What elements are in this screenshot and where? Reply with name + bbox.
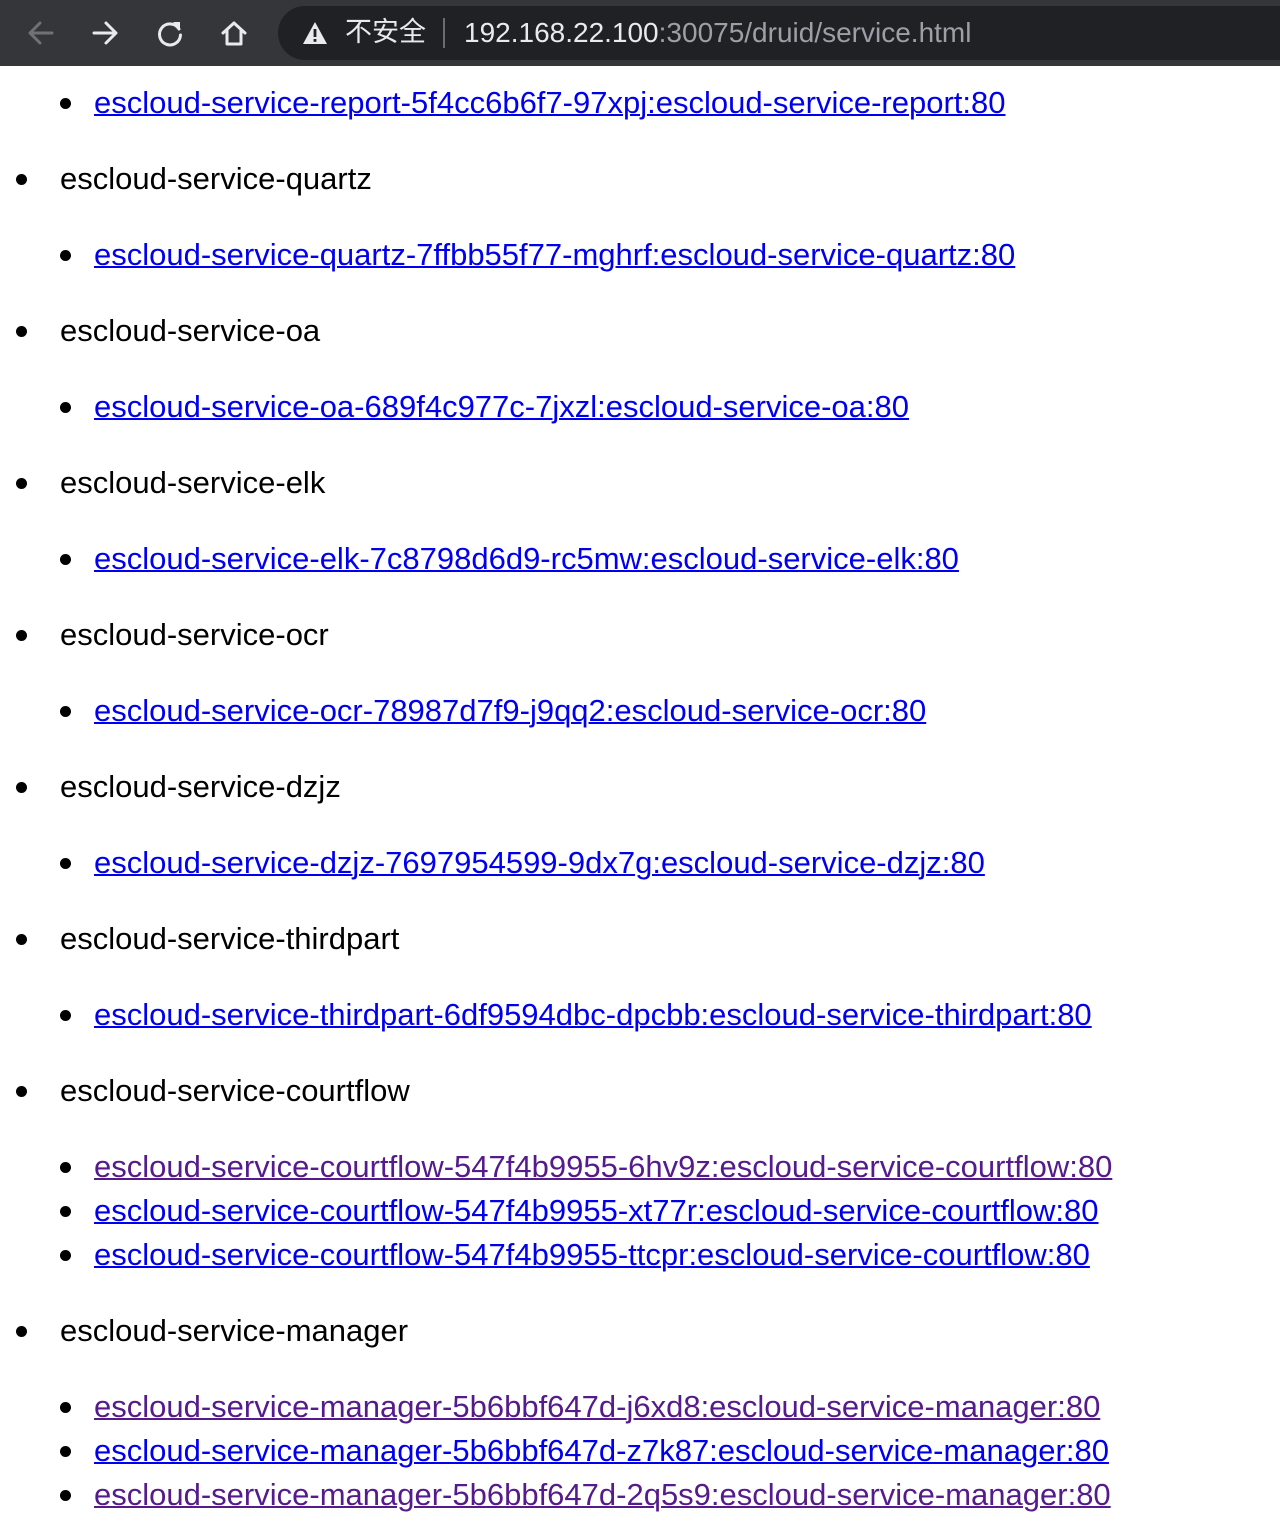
arrow-right-icon [92,21,118,45]
back-button[interactable] [18,10,64,56]
pod-link[interactable]: escloud-service-manager-5b6bbf647d-j6xd8… [94,1389,1100,1425]
pod-link[interactable]: escloud-service-ocr-78987d7f9-j9qq2:escl… [94,693,926,729]
home-icon [221,21,247,46]
url-text[interactable]: 192.168.22.100:30075/druid/service.html [464,16,971,50]
reload-icon [158,22,182,47]
browser-toolbar: 不安全 192.168.22.100:30075/druid/service.h… [0,0,1280,66]
pod-link[interactable]: escloud-service-thirdpart-6df9594dbc-dpc… [94,997,1092,1033]
address-bar[interactable]: 不安全 192.168.22.100:30075/druid/service.h… [278,6,1280,60]
list-bullet [16,478,27,489]
list-bullet [60,1010,71,1021]
pod-link[interactable]: escloud-service-courtflow-547f4b9955-xt7… [94,1193,1099,1229]
list-bullet [16,1086,27,1097]
list-bullet [60,402,71,413]
service-name: escloud-service-ocr [60,617,329,652]
service-name: escloud-service-elk [60,465,326,500]
url-path: :30075/druid/service.html [658,17,972,48]
list-bullet [60,98,71,109]
list-bullet [60,1250,71,1261]
url-host: 192.168.22.100 [464,17,659,48]
warning-icon[interactable] [302,21,328,45]
pod-link[interactable]: escloud-service-oa-689f4c977c-7jxzl:escl… [94,389,909,425]
security-status-label[interactable]: 不安全 [345,17,426,49]
pod-link[interactable]: escloud-service-courtflow-547f4b9955-ttc… [94,1237,1090,1273]
service-name: escloud-service-dzjz [60,769,341,804]
list-bullet [16,782,27,793]
list-bullet [60,554,71,565]
list-bullet [60,706,71,717]
service-name: escloud-service-oa [60,313,321,348]
list-bullet [16,1326,27,1337]
list-bullet [60,1162,71,1173]
reload-button[interactable] [147,10,193,56]
list-bullet [60,858,71,869]
home-button[interactable] [211,10,257,56]
list-bullet [16,630,27,641]
list-bullet [60,1490,71,1501]
service-name: escloud-service-quartz [60,161,372,196]
service-name: escloud-service-courtflow [60,1073,410,1108]
pod-link[interactable]: escloud-service-courtflow-547f4b9955-6hv… [94,1149,1112,1185]
forward-button[interactable] [82,10,128,56]
list-bullet [16,174,27,185]
omnibox-divider [443,18,445,48]
service-name: escloud-service-manager [60,1313,409,1348]
page-content: escloud-service-report-5f4cc6b6f7-97xpj:… [0,66,1280,1540]
list-bullet [60,1402,71,1413]
arrow-left-icon [28,21,54,45]
pod-link[interactable]: escloud-service-elk-7c8798d6d9-rc5mw:esc… [94,541,959,577]
pod-link[interactable]: escloud-service-report-5f4cc6b6f7-97xpj:… [94,85,1005,121]
pod-link[interactable]: escloud-service-quartz-7ffbb55f77-mghrf:… [94,237,1015,273]
list-bullet [60,1206,71,1217]
list-bullet [60,250,71,261]
list-bullet [16,326,27,337]
pod-link[interactable]: escloud-service-dzjz-7697954599-9dx7g:es… [94,845,985,881]
pod-link[interactable]: escloud-service-manager-5b6bbf647d-2q5s9… [94,1477,1111,1513]
service-name: escloud-service-thirdpart [60,921,400,956]
list-bullet [60,1446,71,1457]
pod-link[interactable]: escloud-service-manager-5b6bbf647d-z7k87… [94,1433,1109,1469]
list-bullet [16,934,27,945]
